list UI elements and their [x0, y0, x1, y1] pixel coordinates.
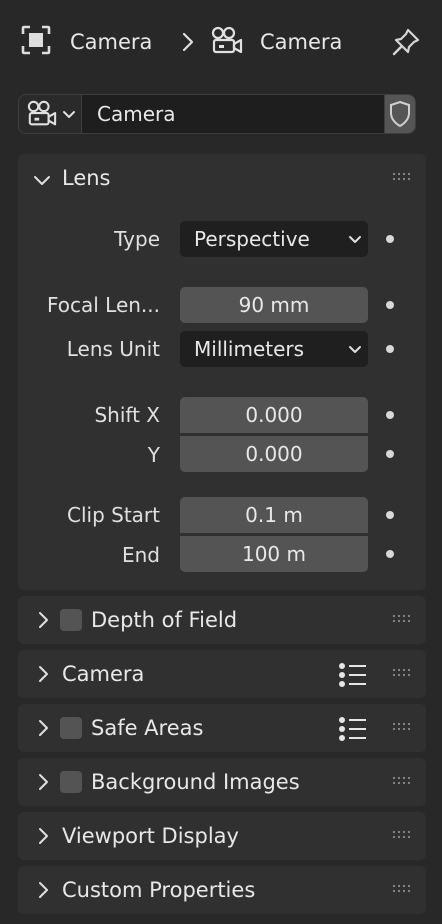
shift-y-field[interactable]: 0.000: [180, 436, 368, 472]
viewport-display-title[interactable]: Viewport Display: [62, 824, 239, 848]
camera-panel-title[interactable]: Camera: [62, 662, 144, 686]
clip-start-field[interactable]: 0.1 m: [180, 497, 368, 533]
lens-panel: Lens Type Perspective Focal Len... 90 mm…: [18, 154, 426, 590]
properties-editor: Camera Camera Camera Lens Type Perspecti…: [0, 0, 442, 924]
custom-properties-panel[interactable]: Custom Properties: [18, 866, 426, 914]
animate-property-dot[interactable]: [386, 550, 394, 558]
drag-grip-icon[interactable]: [392, 668, 412, 678]
breadcrumb-object: Camera: [260, 30, 343, 54]
chevron-down-icon[interactable]: [32, 174, 52, 188]
animate-property-dot[interactable]: [386, 345, 394, 353]
drag-grip-icon[interactable]: [392, 776, 412, 786]
shield-icon: [390, 100, 410, 128]
clip-end-label: End: [121, 543, 160, 567]
focal-length-label: Focal Len...: [46, 293, 160, 317]
pin-icon[interactable]: [390, 26, 422, 58]
chevron-down-icon: [63, 111, 75, 118]
presets-list-icon[interactable]: [338, 716, 368, 742]
drag-grip-icon[interactable]: [392, 884, 412, 894]
animate-property-dot[interactable]: [386, 411, 394, 419]
drag-grip-icon[interactable]: [392, 614, 412, 624]
datablock-type-dropdown[interactable]: [19, 95, 82, 133]
animate-property-dot[interactable]: [386, 450, 394, 458]
camera-data-icon: [27, 100, 57, 126]
drag-grip-icon[interactable]: [392, 172, 412, 182]
safe-areas-panel[interactable]: Safe Areas: [18, 704, 426, 752]
drag-grip-icon[interactable]: [392, 830, 412, 840]
animate-property-dot[interactable]: [386, 301, 394, 309]
fake-user-toggle[interactable]: [384, 95, 415, 133]
camera-panel[interactable]: Camera: [18, 650, 426, 698]
animate-property-dot[interactable]: [386, 235, 394, 243]
presets-list-icon[interactable]: [338, 662, 368, 688]
chevron-right-icon: [182, 32, 194, 52]
camera-context-icon[interactable]: [20, 24, 52, 56]
viewport-display-panel[interactable]: Viewport Display: [18, 812, 426, 860]
chevron-down-icon: [349, 236, 361, 243]
chevron-right-icon[interactable]: [37, 664, 51, 684]
depth-of-field-panel[interactable]: Depth of Field: [18, 596, 426, 644]
chevron-down-icon: [349, 346, 361, 353]
lens-type-dropdown[interactable]: Perspective: [180, 221, 368, 257]
background-images-panel[interactable]: Background Images: [18, 758, 426, 806]
chevron-right-icon[interactable]: [37, 880, 51, 900]
datablock-name-field[interactable]: Camera: [97, 102, 176, 126]
camera-data-icon: [211, 26, 243, 54]
animate-property-dot[interactable]: [386, 511, 394, 519]
depth-of-field-checkbox[interactable]: [60, 609, 82, 631]
custom-properties-title[interactable]: Custom Properties: [62, 878, 255, 902]
lens-type-value: Perspective: [194, 227, 310, 251]
lens-unit-dropdown[interactable]: Millimeters: [180, 331, 368, 367]
clip-end-field[interactable]: 100 m: [180, 536, 368, 572]
breadcrumb-context: Camera: [70, 30, 153, 54]
camera-datablock-selector: Camera: [18, 94, 416, 134]
background-images-title[interactable]: Background Images: [91, 770, 300, 794]
shift-x-label: Shift X: [94, 403, 160, 427]
lens-unit-value: Millimeters: [194, 337, 305, 361]
focal-length-field[interactable]: 90 mm: [180, 287, 368, 323]
shift-y-label: Y: [147, 443, 160, 467]
chevron-right-icon[interactable]: [37, 772, 51, 792]
chevron-right-icon[interactable]: [37, 610, 51, 630]
chevron-right-icon[interactable]: [37, 718, 51, 738]
chevron-right-icon[interactable]: [37, 826, 51, 846]
depth-of-field-title[interactable]: Depth of Field: [91, 608, 237, 632]
drag-grip-icon[interactable]: [392, 722, 412, 732]
safe-areas-checkbox[interactable]: [60, 717, 82, 739]
lens-unit-label: Lens Unit: [66, 337, 160, 361]
type-label: Type: [114, 227, 160, 251]
background-images-checkbox[interactable]: [60, 771, 82, 793]
clip-start-label: Clip Start: [67, 503, 160, 527]
properties-header: Camera Camera: [0, 0, 442, 84]
safe-areas-title[interactable]: Safe Areas: [91, 716, 203, 740]
lens-panel-title[interactable]: Lens: [62, 166, 111, 190]
shift-x-field[interactable]: 0.000: [180, 397, 368, 433]
